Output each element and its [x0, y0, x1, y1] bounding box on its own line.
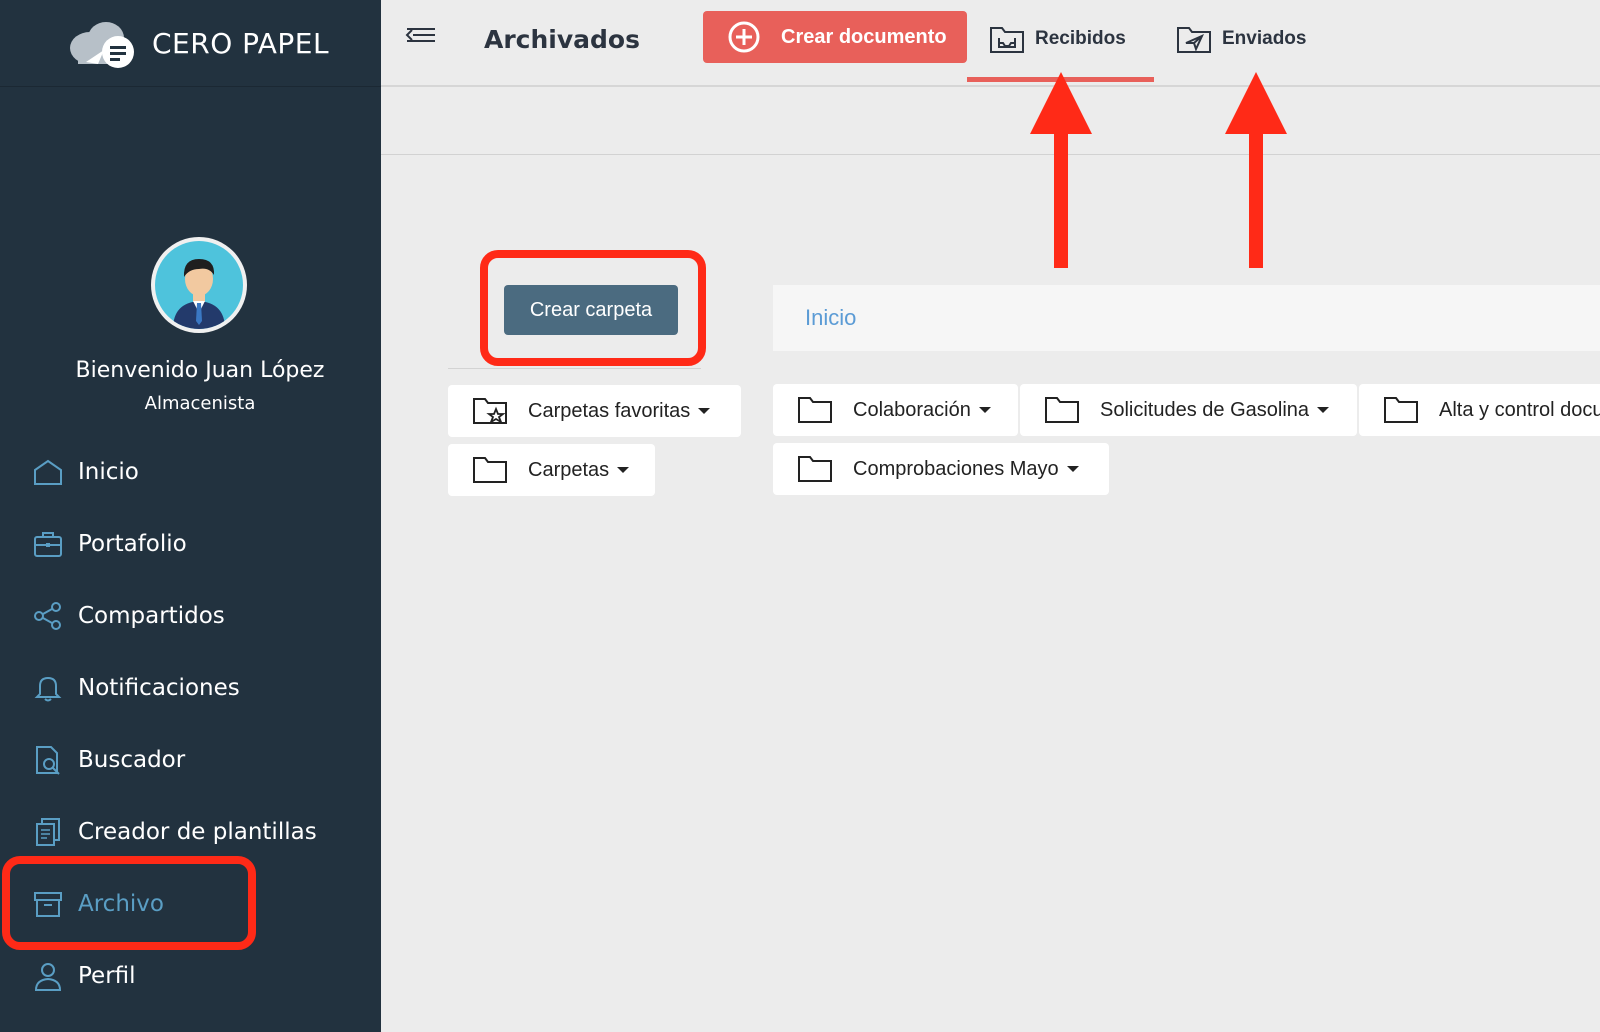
folder-icon — [1045, 397, 1079, 423]
arrow-up-recibidos — [1030, 72, 1092, 268]
tab-enviados[interactable]: Enviados — [1176, 24, 1306, 54]
highlight-archivo — [2, 856, 256, 950]
star-folder-icon — [473, 398, 507, 425]
sidebar-item-notificaciones[interactable]: Notificaciones — [32, 668, 240, 708]
highlight-create-folder — [480, 250, 706, 366]
folder-comprobaciones-mayo-dropdown[interactable]: Comprobaciones Mayo — [773, 443, 1109, 495]
home-icon — [34, 459, 62, 485]
logo-bar: CERO PAPEL — [0, 0, 381, 87]
arrow-up-enviados — [1225, 72, 1287, 268]
folder-label: Carpetas — [528, 458, 610, 481]
caret-down-icon — [698, 408, 711, 414]
folder-favorites-dropdown[interactable]: Carpetas favoritas — [448, 385, 741, 437]
folder-label: Comprobaciones Mayo — [853, 457, 1059, 480]
welcome-text: Bienvenido Juan López — [75, 358, 325, 383]
briefcase-icon — [34, 532, 62, 557]
tab-label: Enviados — [1222, 28, 1307, 49]
copy-documents-icon — [36, 818, 60, 846]
folder-icon — [798, 456, 832, 482]
sidebar-item-creador-de-plantillas[interactable]: Creador de plantillas — [32, 812, 317, 852]
folder-label: Colaboración — [853, 398, 971, 421]
caret-down-icon — [617, 467, 630, 473]
sent-folder-icon — [1177, 27, 1211, 53]
breadcrumb: Inicio — [773, 285, 1600, 351]
sidebar-item-label: Notificaciones — [78, 675, 240, 701]
tab-recibidos[interactable]: Recibidos — [989, 24, 1126, 54]
brand-name: CERO PAPEL — [152, 26, 330, 60]
caret-down-icon — [1317, 407, 1330, 413]
caret-down-icon — [1066, 466, 1079, 472]
folder-colaboracion-dropdown[interactable]: Colaboración — [773, 384, 1018, 436]
divider — [448, 368, 701, 369]
page-title: Archivados — [484, 25, 640, 54]
sidebar-item-perfil[interactable]: Perfil — [32, 956, 136, 996]
user-icon — [34, 963, 62, 991]
top-bar: Archivados Crear documento Recibidos Env… — [381, 0, 1600, 87]
sidebar-item-label: Inicio — [78, 459, 139, 485]
folder-carpetas-dropdown[interactable]: Carpetas — [448, 444, 655, 496]
create-document-button[interactable]: Crear documento — [703, 11, 967, 63]
folder-alta-control-dropdown[interactable]: Alta y control docu — [1359, 384, 1600, 436]
folder-label: Solicitudes de Gasolina — [1100, 398, 1310, 421]
folder-label: Carpetas favoritas — [528, 399, 691, 422]
search-document-icon — [36, 746, 60, 775]
sidebar-item-label: Buscador — [78, 747, 186, 773]
sidebar-item-buscador[interactable]: Buscador — [32, 740, 185, 780]
sidebar-item-label: Perfil — [78, 963, 136, 989]
user-role: Almacenista — [144, 393, 256, 414]
folder-icon — [1384, 397, 1418, 423]
folder-label: Alta y control docu — [1439, 398, 1600, 421]
sidebar-item-portafolio[interactable]: Portafolio — [32, 524, 187, 564]
folder-solicitudes-gasolina-dropdown[interactable]: Solicitudes de Gasolina — [1020, 384, 1357, 436]
avatar-person-icon — [173, 259, 225, 329]
sidebar-item-compartidos[interactable]: Compartidos — [32, 596, 225, 636]
sidebar-item-inicio[interactable]: Inicio — [32, 452, 139, 492]
sidebar-item-label: Creador de plantillas — [78, 819, 317, 845]
sidebar-item-label: Compartidos — [78, 603, 225, 629]
avatar[interactable] — [151, 237, 247, 333]
menu-collapse-icon[interactable] — [403, 20, 439, 50]
plus-circle-icon — [728, 21, 760, 53]
cloud-logo-icon — [70, 22, 134, 68]
bell-icon — [34, 676, 62, 702]
caret-down-icon — [978, 407, 991, 413]
inbox-folder-icon — [990, 27, 1024, 53]
sidebar-item-label: Portafolio — [78, 531, 187, 557]
breadcrumb-home-link[interactable]: Inicio — [805, 305, 856, 331]
create-document-label: Crear documento — [781, 25, 947, 48]
folder-icon — [473, 457, 507, 483]
tab-label: Recibidos — [1035, 28, 1126, 49]
share-icon — [34, 602, 61, 630]
secondary-bar — [381, 87, 1600, 155]
folder-icon — [798, 397, 832, 423]
